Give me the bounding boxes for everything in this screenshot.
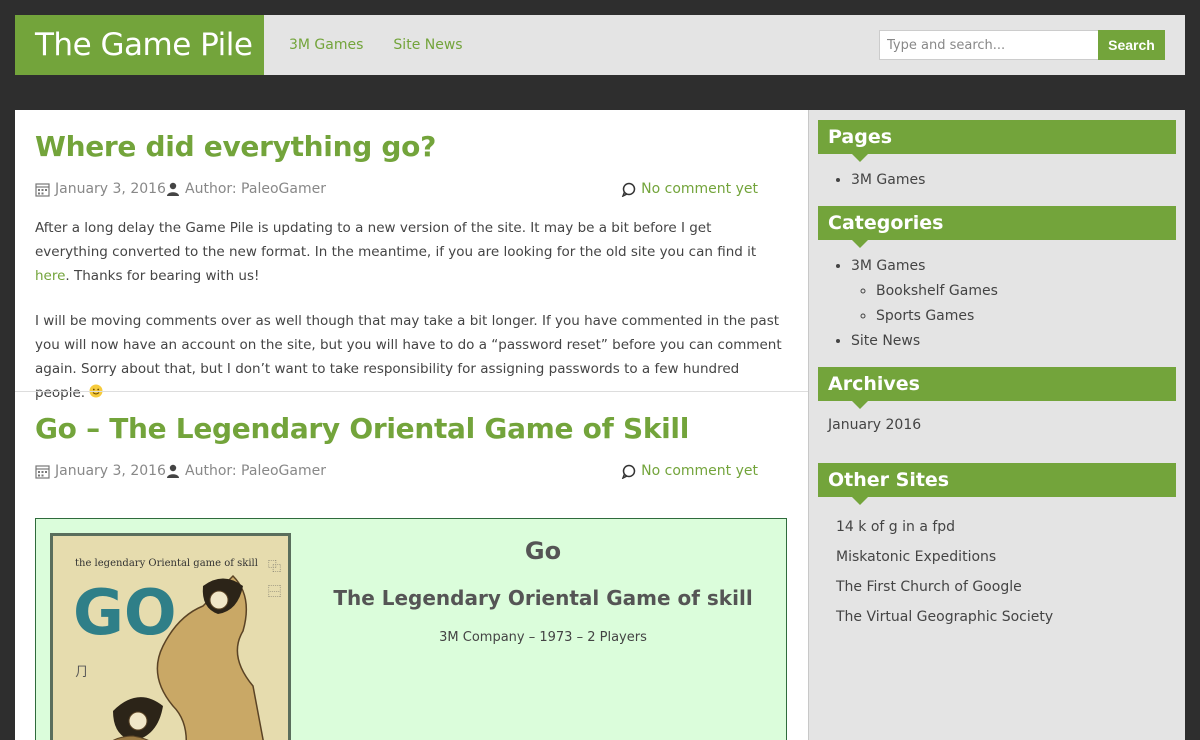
post-meta: January 3, 2016 Author: PaleoGamer No co… — [35, 463, 788, 485]
other-site-link[interactable]: 14 k of g in a fpd — [836, 517, 1053, 547]
cover-logo-text: GO — [73, 576, 177, 649]
game-title: Go — [524, 537, 562, 565]
other-sites-list: 14 k of g in a fpd Miskatonic Expedition… — [836, 517, 1053, 637]
user-icon — [167, 464, 179, 478]
other-site-link[interactable]: The First Church of Google — [836, 577, 1053, 607]
main-nav: 3M Games Site News — [289, 15, 463, 75]
user-icon — [167, 182, 179, 196]
main-content: Where did everything go? January 3, 2016… — [15, 110, 808, 740]
widget-title-pages: Pages — [818, 120, 1176, 162]
game-cover-illustration: the legendary Oriental game of skill GO … — [53, 536, 288, 740]
site-logo[interactable]: The Game Pile — [15, 15, 264, 75]
post-date: January 3, 2016 — [35, 181, 166, 197]
post-title[interactable]: Go – The Legendary Oriental Game of Skil… — [35, 410, 788, 450]
pages-list: 3M Games — [851, 170, 925, 195]
nav-link-3m-games[interactable]: 3M Games — [289, 37, 363, 53]
post-author: Author: PaleoGamer — [166, 181, 326, 197]
post-meta: January 3, 2016 Author: PaleoGamer No co… — [35, 181, 788, 203]
category-item-site-news[interactable]: Site News — [851, 331, 998, 356]
old-site-link[interactable]: here — [35, 268, 65, 284]
game-publisher-info: 3M Company – 1973 – 2 Players — [439, 630, 647, 645]
game-cover-image[interactable]: the legendary Oriental game of skill GO … — [50, 533, 291, 740]
post-divider — [15, 391, 808, 392]
post-comments-link[interactable]: No comment yet — [621, 463, 758, 479]
category-item-bookshelf-games[interactable]: Bookshelf Games — [876, 281, 998, 306]
category-item-sports-games[interactable]: Sports Games — [876, 306, 998, 331]
nav-link-site-news[interactable]: Site News — [393, 37, 462, 53]
categories-sublist: Bookshelf Games Sports Games — [851, 281, 998, 331]
post-title[interactable]: Where did everything go? — [35, 128, 788, 168]
post-author: Author: PaleoGamer — [166, 463, 326, 479]
categories-list: 3M Games Bookshelf Games Sports Games Si… — [851, 256, 998, 356]
comment-icon — [621, 464, 636, 479]
post-body: After a long delay the Game Pile is upda… — [35, 216, 788, 405]
post-date: January 3, 2016 — [35, 463, 166, 479]
post-go-legendary-oriental-game: Go – The Legendary Oriental Game of Skil… — [15, 410, 808, 485]
calendar-icon — [35, 464, 50, 479]
archive-link-january-2016[interactable]: January 2016 — [828, 417, 921, 433]
widget-title-other-sites: Other Sites — [818, 463, 1176, 505]
search-input[interactable] — [879, 30, 1099, 60]
search-button[interactable]: Search — [1098, 30, 1165, 60]
cover-tagline: the legendary Oriental game of skill — [75, 558, 258, 569]
calendar-icon — [35, 182, 50, 197]
post-paragraph: After a long delay the Game Pile is upda… — [35, 220, 757, 284]
svg-text:⺆: ⺆ — [75, 665, 88, 680]
game-subtitle: The Legendary Oriental Game of skill — [333, 586, 753, 610]
post-comments-link[interactable]: No comment yet — [621, 181, 758, 197]
svg-text:⿱: ⿱ — [268, 585, 281, 600]
widget-title-categories: Categories — [818, 206, 1176, 248]
post-where-did-everything-go: Where did everything go? January 3, 2016… — [15, 128, 808, 405]
other-site-link[interactable]: Miskatonic Expeditions — [836, 547, 1053, 577]
site-header: The Game Pile 3M Games Site News Search — [15, 15, 1185, 75]
pages-item-3m-games[interactable]: 3M Games — [851, 170, 925, 195]
comment-icon — [621, 182, 636, 197]
sidebar: Pages 3M Games Categories 3M Games Books… — [808, 110, 1185, 740]
svg-text:⿻: ⿻ — [268, 560, 281, 575]
category-item-3m-games[interactable]: 3M Games — [851, 256, 998, 281]
game-info-box: the legendary Oriental game of skill GO … — [35, 518, 787, 740]
widget-title-archives: Archives — [818, 367, 1176, 409]
other-site-link[interactable]: The Virtual Geographic Society — [836, 607, 1053, 637]
